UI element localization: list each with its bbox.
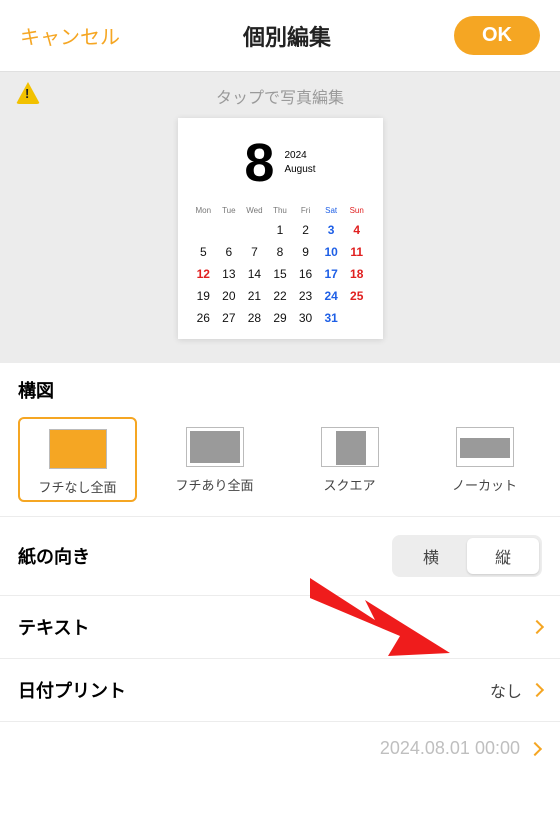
calendar-day: 13	[217, 267, 241, 281]
calendar-dow: Mon	[192, 206, 216, 215]
composition-thumb	[49, 429, 107, 469]
calendar-day: 28	[243, 311, 267, 325]
composition-option-label: フチなし全面	[20, 477, 135, 496]
calendar-day: 8	[268, 245, 292, 259]
chevron-right-icon	[528, 741, 542, 755]
calendar-dow: Thu	[268, 206, 292, 215]
calendar-day: 18	[345, 267, 369, 281]
calendar-day: 16	[294, 267, 318, 281]
calendar-preview[interactable]: 8 2024 August MonTueWedThuFriSatSun00012…	[178, 118, 383, 339]
text-chevron-wrap	[522, 622, 542, 632]
calendar-day: 30	[294, 311, 318, 325]
composition-option[interactable]: フチあり全面	[157, 417, 272, 502]
calendar-month-number: 8	[244, 136, 274, 190]
composition-option-label: ノーカット	[427, 475, 542, 494]
calendar-day: 22	[268, 289, 292, 303]
warning-icon	[16, 82, 40, 104]
calendar-day: 27	[217, 311, 241, 325]
calendar-day: 11	[345, 245, 369, 259]
calendar-header: 8 2024 August	[192, 136, 369, 190]
composition-option[interactable]: ノーカット	[427, 417, 542, 502]
chevron-right-icon	[530, 683, 544, 697]
calendar-dow: Sun	[345, 206, 369, 215]
calendar-day: 20	[217, 289, 241, 303]
composition-option[interactable]: スクエア	[292, 417, 407, 502]
calendar-day: 31	[319, 311, 343, 325]
composition-section: 構図 フチなし全面 フチあり全面 スクエア ノーカット	[0, 363, 560, 517]
timestamp-value: 2024.08.01 00:00	[380, 738, 520, 759]
ok-button[interactable]: OK	[454, 16, 540, 55]
calendar-day: 4	[345, 223, 369, 237]
calendar-day: 19	[192, 289, 216, 303]
calendar-day: 29	[268, 311, 292, 325]
chevron-right-icon	[530, 620, 544, 634]
composition-thumb	[321, 427, 379, 467]
composition-option-label: スクエア	[292, 475, 407, 494]
header-bar: キャンセル 個別編集 OK	[0, 0, 560, 72]
date-print-value-wrap: なし	[490, 678, 542, 702]
date-print-row[interactable]: 日付プリント なし	[0, 659, 560, 722]
orientation-segment[interactable]: 横縦	[392, 535, 542, 577]
composition-thumb	[456, 427, 514, 467]
calendar-day: 21	[243, 289, 267, 303]
timestamp-row[interactable]: 2024.08.01 00:00	[0, 722, 560, 775]
calendar-day: 17	[319, 267, 343, 281]
composition-option[interactable]: フチなし全面	[18, 417, 137, 502]
calendar-dow: Wed	[243, 206, 267, 215]
calendar-day: 6	[217, 245, 241, 259]
edit-hint: タップで写真編集	[0, 84, 560, 108]
calendar-dow: Sat	[319, 206, 343, 215]
orientation-label: 紙の向き	[18, 543, 90, 569]
calendar-day: 1	[268, 223, 292, 237]
calendar-day: 12	[192, 267, 216, 281]
calendar-day: 3	[319, 223, 343, 237]
text-label: テキスト	[18, 614, 89, 640]
date-print-label: 日付プリント	[18, 677, 126, 703]
text-row[interactable]: テキスト	[0, 596, 560, 659]
composition-option-label: フチあり全面	[157, 475, 272, 494]
date-print-value: なし	[490, 678, 522, 702]
calendar-year: 2024	[284, 149, 315, 163]
calendar-month-name: August	[284, 163, 315, 177]
calendar-day: 10	[319, 245, 343, 259]
cancel-button[interactable]: キャンセル	[20, 21, 120, 50]
calendar-day: 2	[294, 223, 318, 237]
orientation-option[interactable]: 縦	[467, 538, 539, 574]
calendar-day: 25	[345, 289, 369, 303]
calendar-grid: MonTueWedThuFriSatSun0001234567891011121…	[192, 206, 369, 325]
calendar-sub: 2024 August	[284, 149, 315, 177]
composition-thumb	[186, 427, 244, 467]
calendar-dow: Fri	[294, 206, 318, 215]
orientation-row: 紙の向き 横縦	[0, 517, 560, 596]
preview-area: タップで写真編集 8 2024 August MonTueWedThuFriSa…	[0, 72, 560, 363]
composition-options: フチなし全面 フチあり全面 スクエア ノーカット	[18, 417, 542, 502]
calendar-day: 14	[243, 267, 267, 281]
composition-title: 構図	[18, 377, 542, 403]
calendar-day: 26	[192, 311, 216, 325]
orientation-option[interactable]: 横	[395, 538, 467, 574]
calendar-day: 9	[294, 245, 318, 259]
calendar-day: 24	[319, 289, 343, 303]
calendar-dow: Tue	[217, 206, 241, 215]
calendar-day: 5	[192, 245, 216, 259]
calendar-day: 23	[294, 289, 318, 303]
calendar-day: 15	[268, 267, 292, 281]
page-title: 個別編集	[243, 20, 331, 52]
calendar-day: 7	[243, 245, 267, 259]
